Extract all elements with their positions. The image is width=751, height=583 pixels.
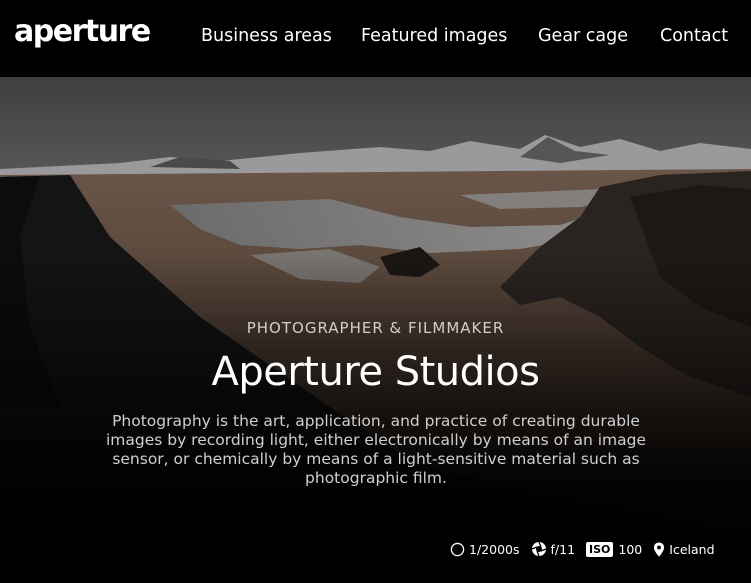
aperture-icon (531, 541, 546, 557)
iso-value: 100 (618, 541, 643, 557)
location-value: Iceland (669, 541, 715, 557)
nav-contact[interactable]: Contact (660, 24, 728, 48)
hero-title: Aperture Studios (211, 349, 540, 395)
exif-aperture: f/11 (531, 541, 576, 557)
hero-description: Photography is the art, application, and… (105, 412, 647, 487)
exif-iso: ISO 100 (586, 541, 643, 557)
location-pin-icon (654, 541, 665, 557)
nav-business-areas[interactable]: Business areas (201, 24, 332, 48)
exif-location: Iceland (653, 541, 715, 557)
shutter-icon (450, 542, 465, 556)
nav-featured-images[interactable]: Featured images (361, 24, 507, 48)
hero-eyebrow: PHOTOGRAPHER & FILMMAKER (246, 319, 505, 337)
site-header: aperture Business areas Featured images … (0, 0, 751, 77)
nav-gear-cage[interactable]: Gear cage (538, 24, 628, 48)
page: aperture Business areas Featured images … (0, 0, 751, 583)
aperture-value: f/11 (550, 541, 576, 557)
iso-icon: ISO (586, 541, 614, 557)
main-nav: Business areas Featured images Gear cage… (0, 24, 751, 48)
exif-bar: 1/2000s f/11 ISO 100 Iceland (450, 539, 715, 559)
hero-section: PHOTOGRAPHER & FILMMAKER Aperture Studio… (0, 77, 751, 583)
shutter-value: 1/2000s (469, 541, 520, 557)
exif-shutter: 1/2000s (450, 542, 520, 557)
